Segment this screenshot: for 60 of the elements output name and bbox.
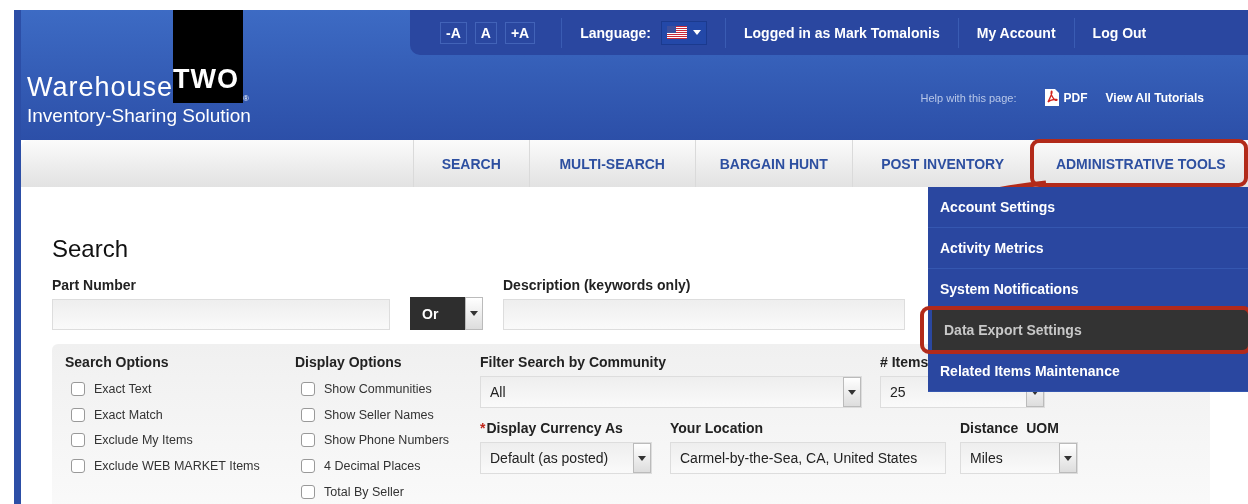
menu-item[interactable]: Related Items Maintenance xyxy=(928,351,1248,392)
checkbox[interactable] xyxy=(301,433,315,448)
caret-icon xyxy=(693,30,701,35)
required-mark: * xyxy=(480,420,486,436)
checkbox-option[interactable]: Show Communities xyxy=(295,376,480,402)
caret-icon xyxy=(470,311,478,316)
checkbox[interactable] xyxy=(301,459,315,474)
caret-icon xyxy=(638,455,646,461)
checkbox-option[interactable]: Show Phone Numbers xyxy=(295,427,480,454)
checkbox-option[interactable]: 4 Decimal Places xyxy=(295,453,480,480)
pdf-link[interactable]: PDF xyxy=(1044,89,1088,106)
section-title: Display Options xyxy=(295,354,403,370)
field-label: Part Number xyxy=(52,277,138,293)
header-link[interactable]: Log Out xyxy=(1092,24,1147,41)
pdf-icon xyxy=(1044,89,1059,106)
checkbox-option[interactable]: Total By Seller xyxy=(295,479,480,504)
caret-icon xyxy=(1064,455,1072,461)
font-size-button[interactable]: +A xyxy=(504,21,536,44)
header-link[interactable]: My Account xyxy=(976,24,1056,41)
nav-tab[interactable]: MULTI-SEARCH xyxy=(528,140,695,187)
font-size-button[interactable]: -A xyxy=(440,21,467,44)
checkbox[interactable] xyxy=(71,433,85,448)
font-size-button[interactable]: A xyxy=(474,21,497,44)
field-label: Display Currency As xyxy=(486,420,623,436)
checkbox-option[interactable]: Exclude WEB MARKET Items xyxy=(65,453,295,480)
checkbox[interactable] xyxy=(301,407,315,422)
field-label: # Items xyxy=(880,354,930,370)
checkbox[interactable] xyxy=(71,407,85,422)
caret-icon xyxy=(848,389,856,395)
checkbox-option[interactable]: Exclude My Items xyxy=(65,427,295,454)
checkbox[interactable] xyxy=(301,485,315,500)
part-number-field[interactable] xyxy=(52,299,390,330)
language-label: Language: xyxy=(580,24,651,41)
checkbox-option[interactable]: Exact Text xyxy=(65,376,295,402)
field-label: Distance UOM xyxy=(960,420,1060,436)
tagline: Inventory-Sharing Solution xyxy=(27,105,252,127)
section-title: Search Options xyxy=(65,354,170,370)
nav-tab[interactable]: SEARCH xyxy=(413,140,529,187)
community-select[interactable]: All xyxy=(480,376,862,408)
help-label: Help with this page: xyxy=(920,91,1017,104)
checkbox-option[interactable]: Show Seller Names xyxy=(295,401,480,428)
menu-item[interactable]: Account Settings xyxy=(928,187,1248,228)
field-label: Your Location xyxy=(670,420,765,436)
field-label: Description (keywords only) xyxy=(503,277,692,293)
checkbox[interactable] xyxy=(71,459,85,474)
page-title: Search xyxy=(52,235,129,263)
checkbox[interactable] xyxy=(301,381,315,396)
language-select[interactable] xyxy=(661,20,707,45)
menu-item[interactable]: Activity Metrics xyxy=(928,228,1248,269)
checkbox[interactable] xyxy=(71,381,85,396)
tutorials-link[interactable]: View All Tutorials xyxy=(1105,90,1204,105)
checkbox-option[interactable]: Exact Match xyxy=(65,401,295,428)
field-label: Filter Search by Community xyxy=(480,354,667,370)
currency-select[interactable]: Default (as posted) xyxy=(480,442,652,474)
nav-tab[interactable]: BARGAIN HUNT xyxy=(694,140,852,187)
account-text: Logged in as Mark Tomalonis xyxy=(744,24,940,41)
location-field[interactable]: Carmel-by-the-Sea, CA, United States xyxy=(670,442,946,474)
description-field[interactable] xyxy=(503,299,905,330)
uom-select[interactable]: Miles xyxy=(960,442,1078,474)
flag-icon xyxy=(667,26,687,39)
